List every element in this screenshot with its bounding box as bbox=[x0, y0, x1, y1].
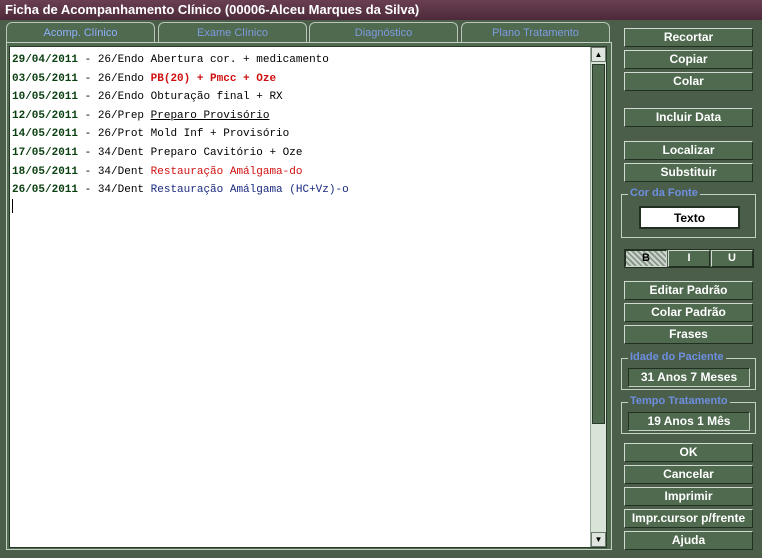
tab-plano-tratamento[interactable]: Plano Tratamento bbox=[461, 22, 610, 42]
tab-acomp-clinico[interactable]: Acomp. Clínico bbox=[6, 22, 155, 42]
copiar-button[interactable]: Copiar bbox=[624, 50, 753, 69]
underline-button[interactable]: U bbox=[711, 250, 753, 267]
colar-button[interactable]: Colar bbox=[624, 72, 753, 91]
frases-button[interactable]: Frases bbox=[624, 325, 753, 344]
note-line: 14/05/2011 - 26/Prot Mold Inf + Provisór… bbox=[12, 125, 349, 144]
recortar-button[interactable]: Recortar bbox=[624, 28, 753, 47]
note-code: 26/Endo bbox=[97, 91, 151, 104]
note-separator: - bbox=[78, 109, 98, 122]
tab-diagnostico[interactable]: Diagnóstico bbox=[309, 22, 458, 42]
note-text: PB(20) + Pmcc + Oze bbox=[150, 72, 277, 85]
note-text: Preparo Provisório bbox=[150, 109, 270, 122]
text-cursor bbox=[12, 199, 13, 213]
note-date: 18/05/2011 bbox=[12, 165, 79, 178]
note-date: 03/05/2011 bbox=[12, 72, 79, 85]
note-text: Restauração Amálgama-do bbox=[150, 165, 303, 178]
scroll-down-icon[interactable]: ▼ bbox=[591, 532, 606, 547]
note-line: 17/05/2011 - 34/Dent Preparo Cavitório +… bbox=[12, 144, 349, 163]
note-date: 14/05/2011 bbox=[12, 128, 79, 141]
ok-button[interactable]: OK bbox=[624, 443, 753, 462]
notes-lines: 29/04/2011 - 26/Endo Abertura cor. + med… bbox=[12, 51, 349, 200]
note-text: Restauração Amálgama (HC+Vz)-o bbox=[150, 184, 349, 197]
colar-padrao-button[interactable]: Colar Padrão bbox=[624, 303, 753, 322]
note-line: 03/05/2011 - 26/Endo PB(20) + Pmcc + Oze bbox=[12, 70, 349, 89]
tempo-value: 19 Anos 1 Mês bbox=[628, 412, 750, 431]
note-code: 26/Prot bbox=[97, 128, 151, 141]
note-code: 26/Endo bbox=[97, 72, 151, 85]
localizar-button[interactable]: Localizar bbox=[624, 141, 753, 160]
note-date: 26/05/2011 bbox=[12, 184, 79, 197]
idade-group: Idade do Paciente 31 Anos 7 Meses bbox=[621, 351, 756, 390]
note-text: Preparo Cavitório + Oze bbox=[150, 146, 303, 159]
note-date: 17/05/2011 bbox=[12, 146, 79, 159]
note-code: 34/Dent bbox=[97, 165, 151, 178]
editar-padrao-button[interactable]: Editar Padrão bbox=[624, 281, 753, 300]
note-text: Obturação final + RX bbox=[150, 91, 283, 104]
note-line: 26/05/2011 - 34/Dent Restauração Amálgam… bbox=[12, 181, 349, 200]
font-color-field[interactable]: Texto bbox=[639, 206, 740, 229]
scroll-thumb[interactable] bbox=[592, 64, 605, 424]
italic-button[interactable]: I bbox=[668, 250, 710, 267]
cancelar-button[interactable]: Cancelar bbox=[624, 465, 753, 484]
substituir-button[interactable]: Substituir bbox=[624, 163, 753, 182]
note-date: 12/05/2011 bbox=[12, 109, 79, 122]
ajuda-button[interactable]: Ajuda bbox=[624, 531, 753, 550]
impr-cursor-button[interactable]: Impr.cursor p/frente bbox=[624, 509, 753, 528]
note-code: 26/Prep bbox=[97, 109, 151, 122]
scroll-up-icon[interactable]: ▲ bbox=[591, 47, 606, 62]
cor-da-fonte-group: Cor da Fonte Texto bbox=[621, 187, 756, 238]
note-code: 34/Dent bbox=[97, 146, 151, 159]
cor-da-fonte-label: Cor da Fonte bbox=[628, 187, 700, 199]
tab-exame-clinico[interactable]: Exame Clínico bbox=[158, 22, 307, 42]
note-date: 10/05/2011 bbox=[12, 91, 79, 104]
tab-strip: Acomp. Clínico Exame Clínico Diagnóstico… bbox=[6, 22, 612, 44]
note-separator: - bbox=[78, 54, 98, 66]
note-separator: - bbox=[78, 128, 98, 141]
incluir-data-button[interactable]: Incluir Data bbox=[624, 108, 753, 127]
note-code: 34/Dent bbox=[97, 184, 151, 197]
note-line: 29/04/2011 - 26/Endo Abertura cor. + med… bbox=[12, 51, 349, 70]
idade-value: 31 Anos 7 Meses bbox=[628, 368, 750, 387]
tempo-label: Tempo Tratamento bbox=[628, 395, 730, 407]
note-separator: - bbox=[78, 165, 98, 178]
note-code: 26/Endo bbox=[97, 54, 151, 66]
note-date: 29/04/2011 bbox=[12, 54, 79, 66]
tempo-group: Tempo Tratamento 19 Anos 1 Mês bbox=[621, 395, 756, 434]
note-line: 12/05/2011 - 26/Prep Preparo Provisório bbox=[12, 107, 349, 126]
note-separator: - bbox=[78, 184, 98, 197]
idade-label: Idade do Paciente bbox=[628, 351, 726, 363]
note-separator: - bbox=[78, 72, 98, 85]
note-text: Mold Inf + Provisório bbox=[150, 128, 290, 141]
window-title: Ficha de Acompanhamento Clínico (00006-A… bbox=[0, 0, 762, 20]
clinical-notes-editor[interactable]: 29/04/2011 - 26/Endo Abertura cor. + med… bbox=[9, 46, 607, 548]
bold-button[interactable]: B bbox=[625, 250, 667, 267]
note-line: 10/05/2011 - 26/Endo Obturação final + R… bbox=[12, 88, 349, 107]
imprimir-button[interactable]: Imprimir bbox=[624, 487, 753, 506]
note-separator: - bbox=[78, 146, 98, 159]
note-text: Abertura cor. + medicamento bbox=[150, 54, 329, 66]
vertical-scrollbar[interactable]: ▲ ▼ bbox=[590, 47, 606, 547]
note-line: 18/05/2011 - 34/Dent Restauração Amálgam… bbox=[12, 163, 349, 182]
note-separator: - bbox=[78, 91, 98, 104]
